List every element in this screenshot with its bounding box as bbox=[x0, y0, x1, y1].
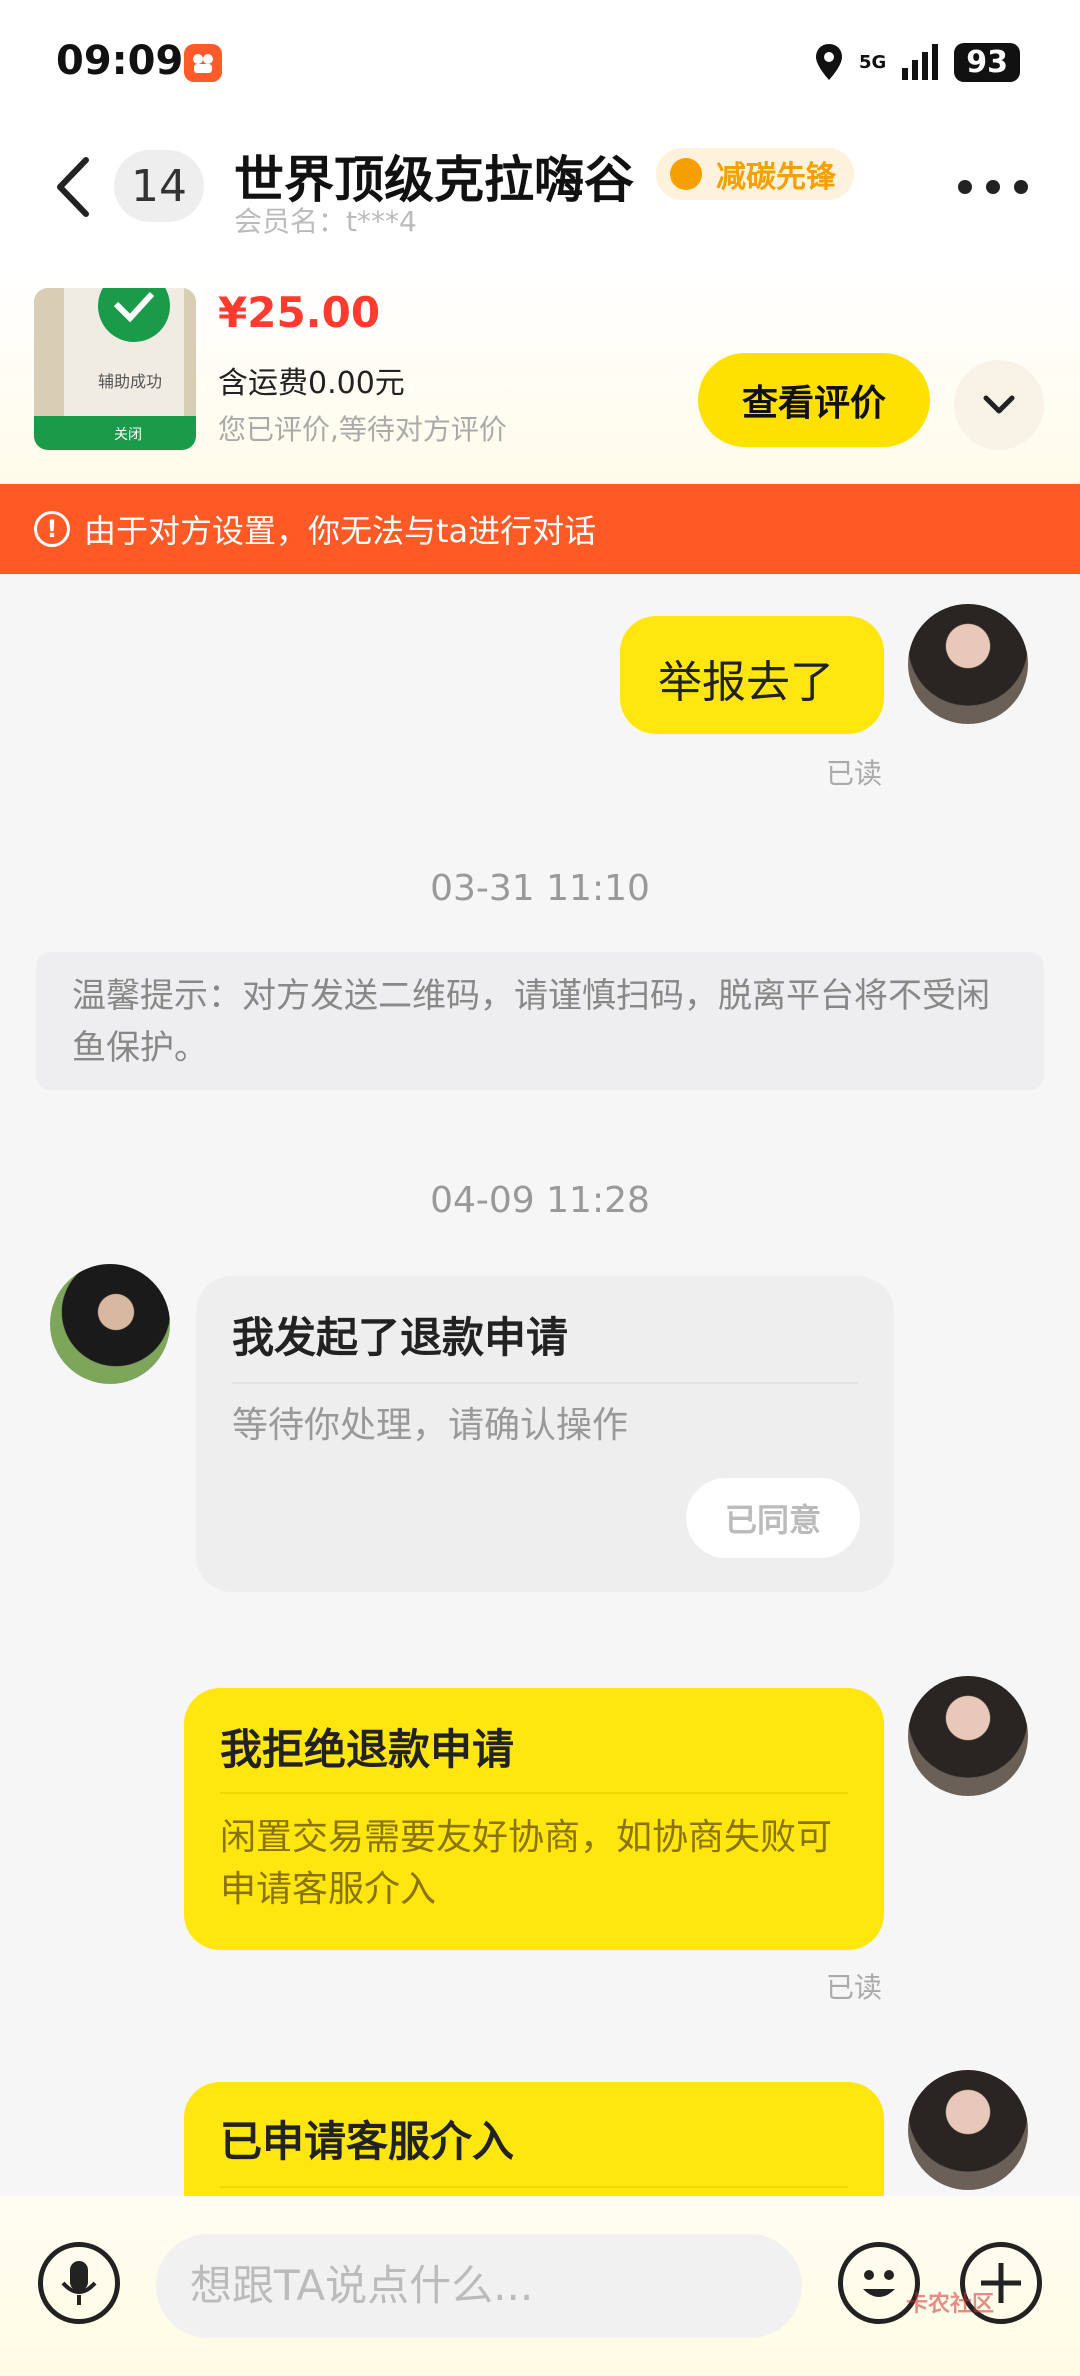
network-label: 5G bbox=[858, 51, 887, 73]
card-title: 我拒绝退款申请 bbox=[220, 1725, 515, 1774]
avatar[interactable] bbox=[908, 2070, 1028, 2190]
message-input[interactable]: 想跟TA说点什么... bbox=[156, 2234, 802, 2338]
location-icon bbox=[815, 44, 842, 80]
divider bbox=[220, 2186, 848, 2188]
restriction-banner: ! 由于对方设置，你无法与ta进行对话 bbox=[0, 484, 1080, 574]
avatar[interactable] bbox=[50, 1264, 170, 1384]
unread-count-badge[interactable]: 14 bbox=[114, 150, 204, 222]
watermark: 卡农社区 bbox=[906, 2292, 995, 2317]
status-time: 09:09 bbox=[56, 38, 184, 84]
more-options-button[interactable] bbox=[958, 170, 1028, 204]
back-button[interactable] bbox=[50, 152, 98, 222]
dot bbox=[958, 180, 972, 194]
chevron-left-icon bbox=[57, 157, 89, 217]
card-title: 我发起了退款申请 bbox=[232, 1313, 569, 1362]
agreed-button[interactable]: 已同意 bbox=[686, 1478, 860, 1558]
refuse-refund-card[interactable]: 我拒绝退款申请 闲置交易需要友好协商，如协商失败可申请客服介入 bbox=[184, 1688, 884, 1950]
smile-icon bbox=[863, 2270, 895, 2297]
product-summary[interactable]: 辅助成功 关闭 ¥25.00 含运费0.00元 您已评价,等待对方评价 查看评价 bbox=[0, 270, 1080, 484]
read-receipt: 已读 bbox=[826, 757, 883, 790]
thumb-caption-top: 辅助成功 bbox=[98, 372, 163, 391]
safety-notice: 温馨提示：对方发送二维码，请谨慎扫码，脱离平台将不受闲鱼保护。 bbox=[36, 952, 1044, 1090]
carbon-reduction-badge[interactable]: 减碳先锋 bbox=[656, 148, 854, 200]
message-bubble-outgoing[interactable]: 举报去了 bbox=[620, 616, 884, 734]
leaf-icon bbox=[670, 158, 702, 190]
timestamp: 04-09 11:28 bbox=[430, 1180, 650, 1221]
status-bar: 09:09 5G 93 bbox=[0, 0, 1080, 120]
card-body: 等待你处理，请确认操作 bbox=[232, 1405, 629, 1446]
dot bbox=[986, 180, 1000, 194]
badge-label: 减碳先锋 bbox=[716, 160, 836, 195]
read-receipt: 已读 bbox=[826, 1971, 883, 2004]
evaluation-status: 您已评价,等待对方评价 bbox=[218, 413, 507, 446]
thumb-caption-bottom: 关闭 bbox=[114, 427, 142, 443]
chevron-down-icon bbox=[983, 395, 1015, 414]
chat-header: 14 世界顶级克拉嗨谷 减碳先锋 会员名：t***4 bbox=[0, 120, 1080, 270]
shipping-fee: 含运费0.00元 bbox=[218, 366, 405, 401]
dot bbox=[1014, 180, 1028, 194]
member-name: 会员名：t***4 bbox=[234, 205, 417, 238]
voice-button[interactable] bbox=[38, 2242, 120, 2324]
avatar[interactable] bbox=[908, 604, 1028, 724]
microphone-icon bbox=[61, 2261, 97, 2305]
app-notification-icon bbox=[184, 44, 222, 82]
timestamp: 03-31 11:10 bbox=[430, 868, 650, 909]
product-thumbnail[interactable]: 辅助成功 关闭 bbox=[34, 288, 196, 450]
refund-request-card[interactable]: 我发起了退款申请 等待你处理，请确认操作 已同意 bbox=[196, 1276, 894, 1592]
divider bbox=[220, 1792, 848, 1794]
divider bbox=[232, 1382, 858, 1384]
expand-button[interactable] bbox=[954, 360, 1044, 450]
card-title: 已申请客服介入 bbox=[220, 2117, 515, 2166]
view-review-button[interactable]: 查看评价 bbox=[698, 353, 930, 447]
battery-indicator: 93 bbox=[954, 42, 1020, 82]
product-price: ¥25.00 bbox=[218, 288, 381, 337]
warning-icon: ! bbox=[34, 511, 70, 547]
banner-text: 由于对方设置，你无法与ta进行对话 bbox=[84, 512, 597, 550]
signal-icon bbox=[902, 44, 939, 80]
status-indicators: 5G 93 bbox=[813, 40, 1020, 84]
avatar[interactable] bbox=[908, 1676, 1028, 1796]
card-body: 闲置交易需要友好协商，如协商失败可申请客服介入 bbox=[220, 1817, 833, 1910]
message-text: 举报去了 bbox=[658, 657, 834, 708]
